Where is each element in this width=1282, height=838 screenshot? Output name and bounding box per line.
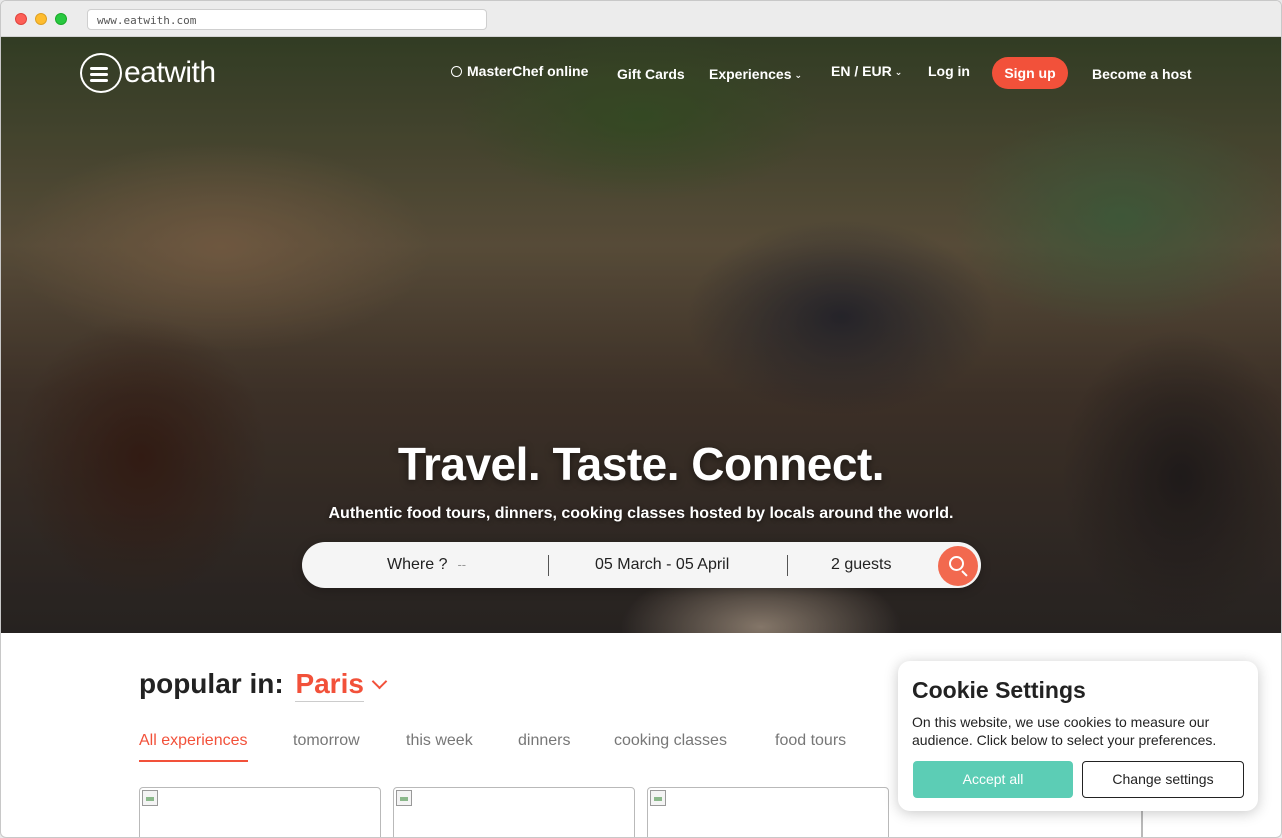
hero-headline: Travel. Taste. Connect. bbox=[397, 438, 885, 490]
dates-field[interactable]: 05 March - 05 April bbox=[595, 542, 729, 588]
nav-masterchef-online[interactable]: MasterChef online bbox=[451, 63, 588, 79]
tab-cooking-classes[interactable]: cooking classes bbox=[614, 732, 727, 760]
where-label: Where ? bbox=[387, 556, 448, 573]
chevron-down-icon: ⌄ bbox=[794, 69, 803, 80]
top-nav: MasterChef online Gift Cards Experiences… bbox=[1, 57, 1281, 89]
tab-all-experiences[interactable]: All experiences bbox=[139, 732, 248, 762]
accept-all-button[interactable]: Accept all bbox=[913, 761, 1073, 798]
search-bar: Where ? -- 05 March - 05 April 2 guests bbox=[302, 542, 981, 588]
experience-card[interactable] bbox=[393, 787, 635, 837]
tab-tomorrow[interactable]: tomorrow bbox=[293, 732, 360, 760]
nav-experiences-label: Experiences bbox=[709, 66, 792, 82]
change-settings-button[interactable]: Change settings bbox=[1082, 761, 1244, 798]
become-host-link[interactable]: Become a host bbox=[1092, 66, 1192, 82]
broken-image-icon bbox=[650, 790, 666, 806]
minimize-window-button[interactable] bbox=[35, 13, 47, 25]
browser-chrome: www.eatwith.com bbox=[1, 1, 1281, 37]
chevron-down-icon: ⌄ bbox=[894, 66, 903, 77]
guests-field[interactable]: 2 guests bbox=[831, 542, 891, 588]
signup-button[interactable]: Sign up bbox=[992, 57, 1068, 89]
search-button[interactable] bbox=[938, 546, 978, 586]
tab-this-week[interactable]: this week bbox=[406, 732, 473, 760]
search-divider bbox=[548, 555, 549, 576]
hero-banner: eatwith MasterChef online Gift Cards Exp… bbox=[1, 37, 1281, 633]
cookie-settings-dialog: Cookie Settings On this website, we use … bbox=[898, 661, 1258, 811]
cookie-title: Cookie Settings bbox=[912, 677, 1086, 703]
browser-window: www.eatwith.com eatwith MasterChef onlin… bbox=[0, 0, 1282, 838]
experience-card[interactable] bbox=[139, 787, 381, 837]
tab-dinners[interactable]: dinners bbox=[518, 732, 570, 760]
globe-icon bbox=[451, 66, 462, 77]
close-window-button[interactable] bbox=[15, 13, 27, 25]
login-link[interactable]: Log in bbox=[928, 63, 970, 79]
address-bar[interactable]: www.eatwith.com bbox=[87, 9, 487, 30]
popular-in-heading: popular in: Paris bbox=[139, 668, 388, 702]
nav-experiences[interactable]: Experiences ⌄ bbox=[709, 66, 802, 82]
nav-locale-selector[interactable]: EN / EUR ⌄ bbox=[831, 63, 902, 79]
broken-image-icon bbox=[396, 790, 412, 806]
chevron-down-icon[interactable] bbox=[371, 673, 388, 690]
where-placeholder: -- bbox=[457, 557, 467, 572]
search-divider bbox=[787, 555, 788, 576]
nav-locale-label: EN / EUR bbox=[831, 63, 892, 79]
broken-image-icon bbox=[142, 790, 158, 806]
tab-food-tours[interactable]: food tours bbox=[775, 732, 846, 760]
cookie-description: On this website, we use cookies to measu… bbox=[912, 714, 1217, 748]
hero-subline: Authentic food tours, dinners, cooking c… bbox=[328, 505, 954, 522]
nav-masterchef-label: MasterChef online bbox=[467, 63, 589, 79]
city-selector[interactable]: Paris bbox=[295, 668, 364, 702]
where-field[interactable]: Where ? -- bbox=[387, 542, 466, 588]
maximize-window-button[interactable] bbox=[55, 13, 67, 25]
experience-card[interactable] bbox=[647, 787, 889, 837]
popular-prefix: popular in: bbox=[139, 668, 284, 699]
nav-gift-cards[interactable]: Gift Cards bbox=[617, 66, 685, 82]
